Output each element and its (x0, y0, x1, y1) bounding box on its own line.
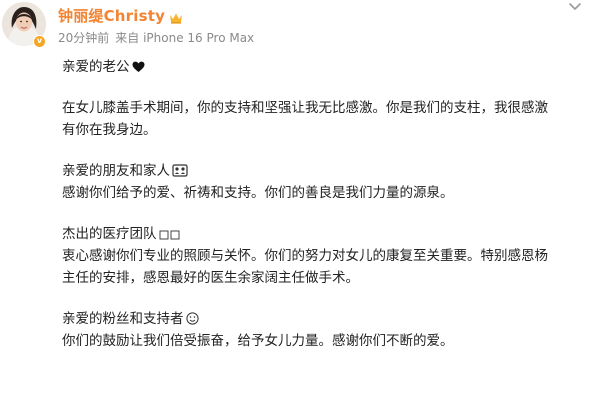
post-source: 来自 iPhone 16 Pro Max (115, 31, 255, 45)
medical-text: 衷心感谢你们专业的照顾与关怀。你们的努力对女儿的康复至关重要。特别感恩杨 (62, 248, 548, 264)
chevron-down-icon[interactable] (568, 2, 582, 12)
black-heart-icon (132, 61, 144, 72)
fans-title: 亲爱的粉丝和支持者 (62, 311, 184, 327)
hospital-emoji-icon (159, 230, 179, 240)
weibo-post: v 钟丽缇Christy 20分钟前 来自 iPhone 16 Pro Max … (0, 0, 600, 405)
post-meta: 20分钟前 来自 iPhone 16 Pro Max (58, 29, 254, 46)
husband-text: 在女儿膝盖手术期间，你的支持和坚强让我无比感激。你是我们的支柱，我很感激 (62, 100, 548, 116)
author-row: 钟丽缇Christy (58, 5, 183, 25)
husband-text-2: 有你在我身边。 (62, 122, 157, 138)
family-emoji-icon (172, 164, 188, 177)
greeting-husband: 亲爱的老公 (62, 59, 130, 75)
verified-v-icon: v (33, 35, 46, 48)
post-time: 20分钟前 (58, 31, 110, 45)
fans-paragraph: 亲爱的粉丝和支持者 你们的鼓励让我们倍受振奋，给予女儿力量。感谢你们不断的爱。 (62, 308, 582, 352)
friends-text: 感谢你们给予的爱、祈祷和支持。你们的善良是我们力量的源泉。 (62, 185, 454, 201)
post-content: 亲爱的老公 在女儿膝盖手术期间，你的支持和坚强让我无比感激。你是我们的支柱，我很… (62, 56, 582, 352)
greeting-husband-line: 亲爱的老公 (62, 56, 582, 78)
smile-emoji-icon (185, 312, 199, 325)
medical-text-2: 主任的安排，感恩最好的医生余家阔主任做手术。 (62, 270, 359, 286)
medical-paragraph: 杰出的医疗团队 衷心感谢你们专业的照顾与关怀。你们的努力对女儿的康复至关重要。特… (62, 223, 582, 289)
author-name[interactable]: 钟丽缇Christy (58, 5, 165, 26)
friends-title: 亲爱的朋友和家人 (62, 163, 170, 179)
husband-paragraph: 在女儿膝盖手术期间，你的支持和坚强让我无比感激。你是我们的支柱，我很感激 有你在… (62, 97, 582, 141)
crown-icon (169, 9, 183, 24)
medical-title: 杰出的医疗团队 (62, 226, 157, 242)
fans-text: 你们的鼓励让我们倍受振奋，给予女儿力量。感谢你们不断的爱。 (62, 333, 454, 349)
friends-paragraph: 亲爱的朋友和家人 感谢你们给予的爱、祈祷和支持。你们的善良是我们力量的源泉。 (62, 160, 582, 204)
